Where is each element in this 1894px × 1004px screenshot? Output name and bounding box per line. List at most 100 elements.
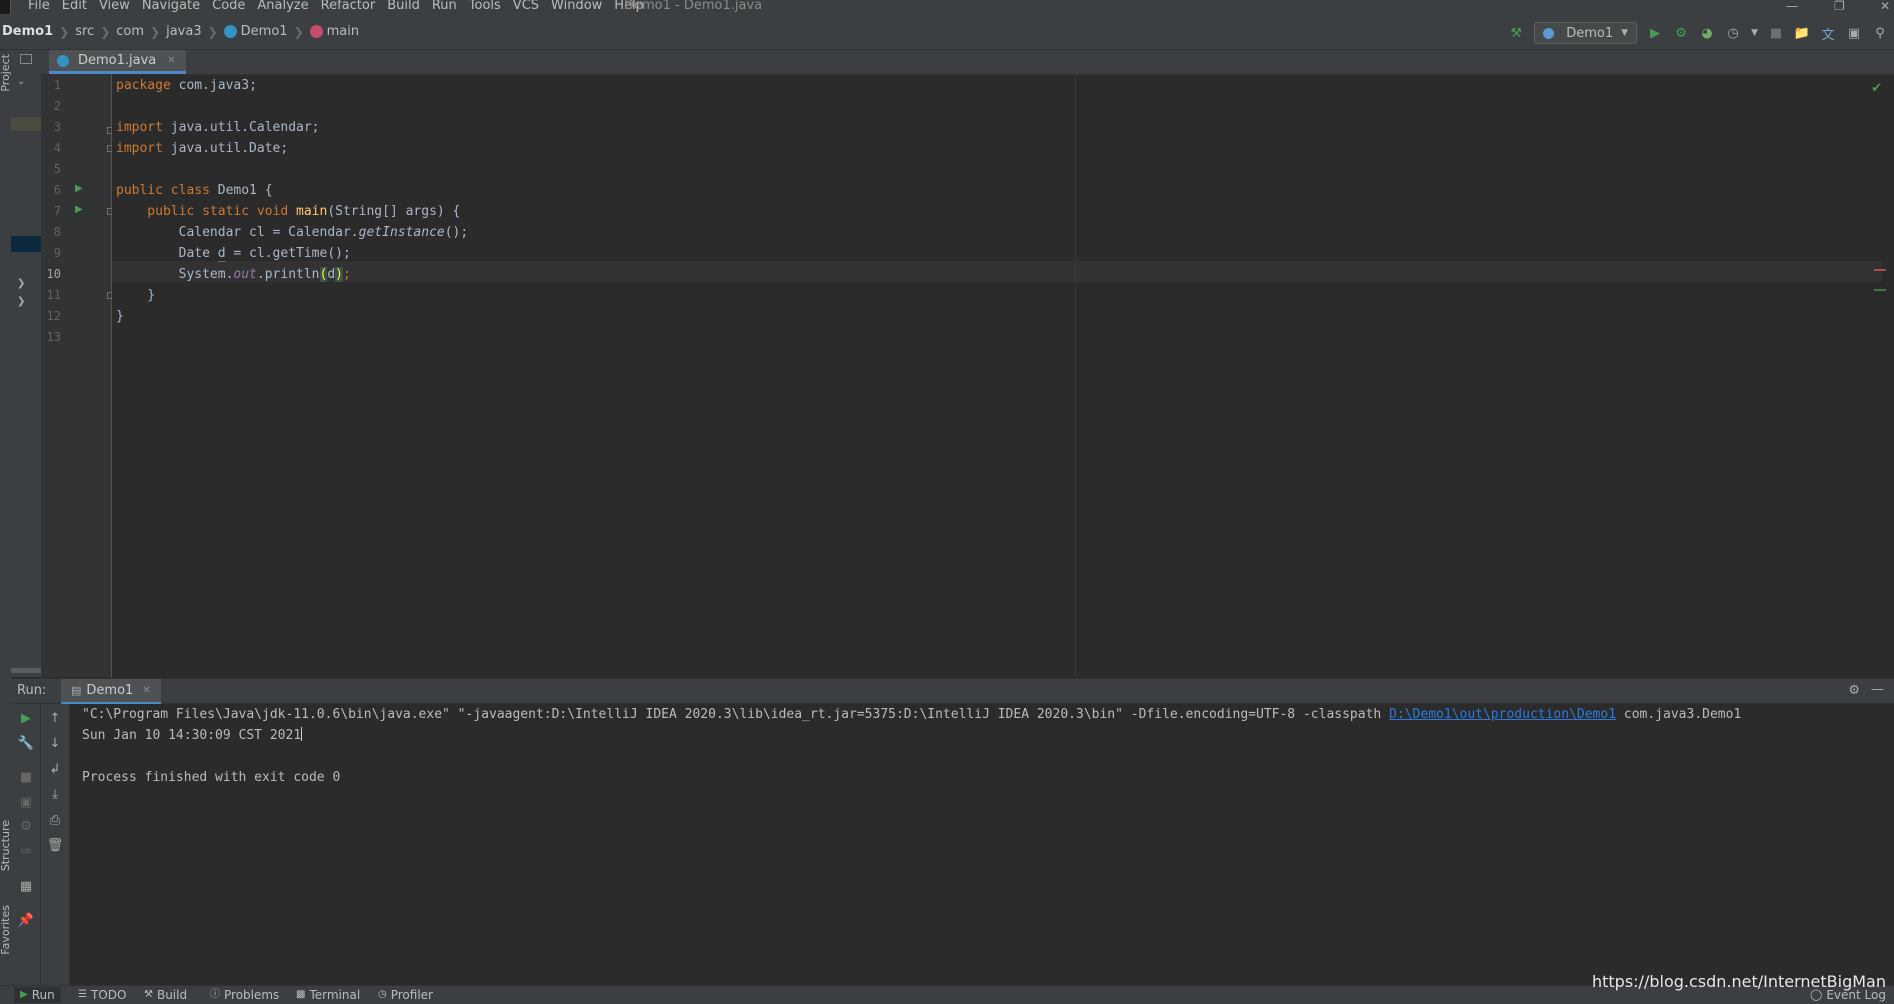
bottom-tool-bar: ▶ Run ☰ TODO ⚒ Build ⓘ Problems ▩ Termin… [0, 972, 1894, 1004]
search-icon[interactable]: ⚲ [1872, 25, 1888, 41]
stop-icon[interactable]: ■ [1768, 25, 1784, 41]
line-number: 12 [46, 309, 61, 323]
bottom-tab-problems[interactable]: ⓘ Problems [210, 987, 279, 1003]
run-configuration-select[interactable]: Demo1 ▼ [1534, 22, 1638, 44]
code-editor[interactable]: ✔ package com.java3; import java.util.Ca… [112, 75, 1894, 677]
menu-run[interactable]: Run [426, 0, 463, 14]
code-token: (); [444, 225, 469, 240]
code-token: getInstance [358, 225, 445, 240]
classpath-link[interactable]: D:\Demo1\out\production\Demo1 [1389, 707, 1616, 722]
breadcrumb-project[interactable]: Demo1 [2, 24, 53, 39]
console-output-line: Sun Jan 10 14:30:09 CST 2021 [82, 725, 303, 746]
debug-icon[interactable]: ⚙ [1673, 25, 1689, 41]
menu-navigate[interactable]: Navigate [136, 0, 206, 14]
chevron-right-icon[interactable]: ❯ [17, 296, 25, 307]
tree-row-highlight[interactable] [11, 117, 41, 131]
code-line: import java.util.Date; [116, 138, 288, 159]
event-log-label: Event Log [1826, 988, 1886, 1002]
code-token: } [116, 309, 124, 324]
menu-analyze[interactable]: Analyze [251, 0, 314, 14]
menu-edit[interactable]: Edit [56, 0, 93, 14]
project-view-icon[interactable] [20, 54, 32, 64]
bottom-tab-todo[interactable]: ☰ TODO [78, 987, 126, 1003]
console-output-text: Sun Jan 10 14:30:09 CST 2021 [82, 728, 302, 743]
chevron-right-icon: ❯ [293, 24, 304, 39]
wrench-icon[interactable]: 🔧 [18, 735, 34, 751]
bottom-tab-run[interactable]: ▶ Run [14, 987, 61, 1003]
coverage-icon[interactable]: ◕ [1699, 25, 1715, 41]
close-tab-icon[interactable]: ✕ [142, 685, 150, 696]
chevron-down-icon[interactable]: ⌄ [17, 76, 25, 87]
print-icon[interactable]: ⎙ [47, 812, 63, 828]
run-tab-demo1[interactable]: ▤ Demo1 ✕ [61, 679, 161, 705]
inspection-ok-icon[interactable]: ✔ [1871, 81, 1882, 96]
breadcrumb-class[interactable]: Demo1 [241, 24, 288, 39]
error-stripe-mark[interactable] [1874, 289, 1886, 291]
code-token: public static void [116, 204, 289, 219]
run-gutter-icon[interactable]: ▶ [75, 204, 83, 215]
code-token: d [327, 267, 336, 282]
run-console[interactable]: "C:\Program Files\Java\jdk-11.0.6\bin\ja… [70, 704, 1894, 985]
menu-view[interactable]: View [93, 0, 136, 14]
menu-file[interactable]: File [22, 0, 56, 14]
chevron-right-icon: ❯ [150, 24, 161, 39]
run-gutter-icon[interactable]: ▶ [75, 183, 83, 194]
layout-icon[interactable]: ▦ [18, 878, 34, 894]
bottom-tab-terminal[interactable]: ▩ Terminal [296, 987, 360, 1003]
menu-build[interactable]: Build [381, 0, 426, 14]
chevron-down-icon[interactable]: ▼ [1751, 28, 1758, 38]
breadcrumb-java3[interactable]: java3 [166, 24, 202, 39]
code-token: Date [116, 246, 218, 261]
scroll-to-end-icon[interactable]: ⤓ [47, 786, 63, 802]
restore-icon[interactable]: ❐ [1834, 0, 1845, 13]
settings-gear-icon[interactable]: ⚙ [1848, 683, 1860, 698]
close-window-icon[interactable]: ✕ [1880, 0, 1890, 13]
rerun-icon[interactable]: ▶ [18, 710, 34, 726]
menu-window[interactable]: Window [545, 0, 608, 14]
build-hammer-icon[interactable]: ⚒ [1508, 25, 1524, 41]
menu-code[interactable]: Code [206, 0, 251, 14]
menu-tools[interactable]: Tools [463, 0, 507, 14]
soft-wrap-icon[interactable]: ↲ [47, 761, 63, 777]
layout-icon[interactable]: ▣ [1846, 25, 1862, 41]
bug-icon[interactable]: ⚙ [18, 818, 34, 834]
profiler-icon[interactable]: ◷ [1725, 25, 1741, 41]
stop-icon[interactable]: ■ [18, 769, 34, 785]
chevron-right-icon[interactable]: ❯ [17, 278, 25, 289]
class-icon [223, 25, 237, 38]
tab-label: Demo1.java [78, 53, 157, 68]
exit-icon[interactable]: ⇨ [18, 843, 34, 859]
close-tab-icon[interactable]: ✕ [167, 55, 175, 66]
breadcrumb-method[interactable]: main [327, 24, 359, 39]
java-class-icon [57, 54, 69, 67]
code-line: } [116, 285, 155, 306]
pin-icon[interactable]: 📌 [18, 912, 34, 928]
breadcrumb-com[interactable]: com [116, 24, 144, 39]
arrow-down-icon[interactable]: ↓ [47, 735, 63, 751]
line-number: 8 [53, 225, 61, 239]
breadcrumb-src[interactable]: src [75, 24, 94, 39]
translate-icon[interactable]: 文 [1820, 25, 1836, 43]
bottom-tab-profiler[interactable]: ◷ Profiler [378, 987, 433, 1003]
tab-demo1-java[interactable]: Demo1.java ✕ [49, 50, 186, 74]
project-structure-icon[interactable]: 📁 [1794, 25, 1810, 41]
event-log-button[interactable]: ◯ Event Log [1810, 987, 1886, 1003]
chevron-right-icon: ❯ [207, 24, 218, 39]
code-token: = cl.getTime(); [225, 246, 351, 261]
selected-tree-row[interactable] [11, 236, 41, 252]
run-icon[interactable]: ▶ [1647, 25, 1663, 41]
menu-refactor[interactable]: Refactor [315, 0, 382, 14]
horizontal-scrollbar[interactable] [11, 668, 41, 673]
arrow-up-icon[interactable]: ↑ [47, 710, 63, 726]
code-token: System. [116, 267, 234, 282]
menu-vcs[interactable]: VCS [507, 0, 545, 14]
run-panel-header: Run: ▤ Demo1 ✕ ⚙ — [11, 678, 1894, 705]
hide-panel-icon[interactable]: — [1871, 682, 1884, 697]
error-stripe-mark[interactable] [1874, 269, 1886, 271]
minimize-icon[interactable]: — [1786, 0, 1798, 13]
trash-icon[interactable]: 🗑 [47, 837, 64, 853]
camera-icon[interactable]: ▣ [18, 794, 34, 810]
code-token: Demo1 { [209, 183, 273, 198]
bottom-tab-build[interactable]: ⚒ Build [144, 987, 187, 1003]
line-number: 3 [53, 120, 61, 134]
